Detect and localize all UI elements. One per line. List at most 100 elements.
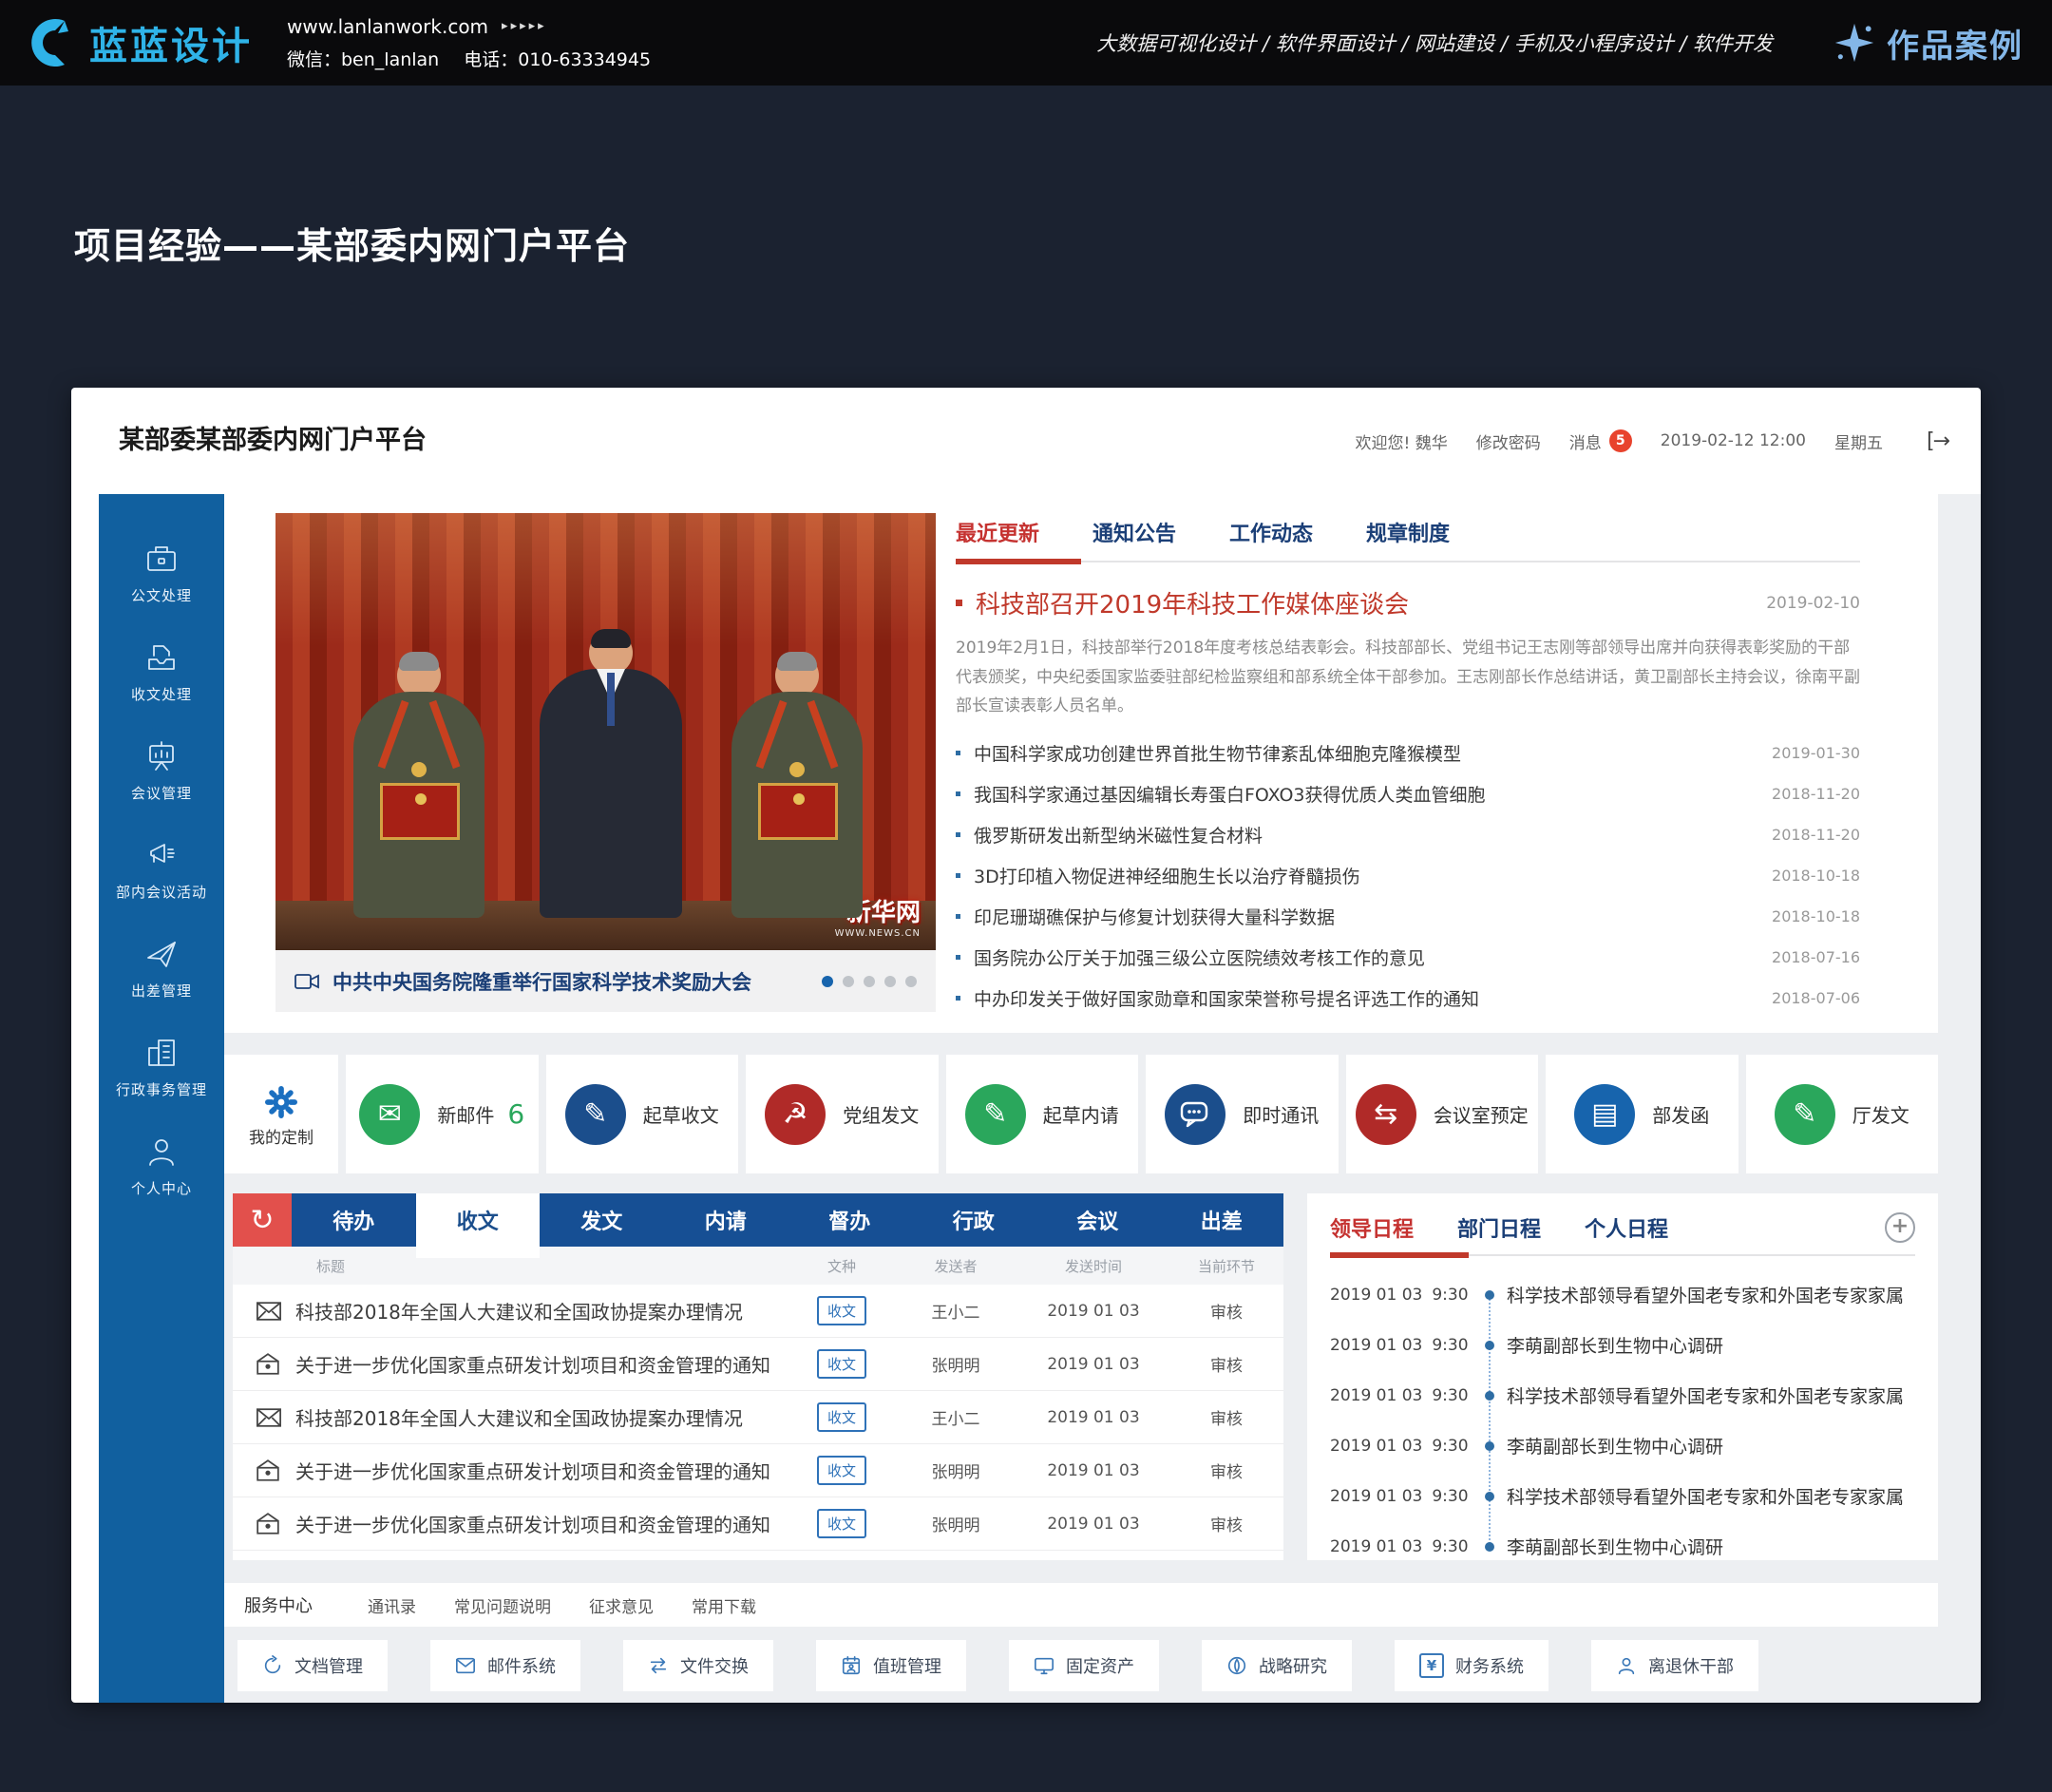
schedule-text[interactable]: 科学技术部领导看望外国老专家和外国老专家家属 bbox=[1507, 1483, 1915, 1509]
row-title[interactable]: 科技部2018年全国人大建议和全国政协提案办理情况 bbox=[295, 1403, 789, 1431]
sidebar-item-internal-meetings[interactable]: 部内会议活动 bbox=[99, 836, 224, 935]
featured-title[interactable]: 科技部召开2019年科技工作媒体座谈会 bbox=[976, 585, 1409, 620]
task-tab-meeting[interactable]: 会议 bbox=[1036, 1193, 1160, 1247]
schedule-entry[interactable]: 2019 01 039:30 科学技术部领导看望外国老专家和外国老专家家属 bbox=[1330, 1370, 1915, 1420]
messages-link[interactable]: 消息 5 bbox=[1569, 429, 1632, 453]
sparkle-icon bbox=[1834, 22, 1875, 64]
schedule-entry[interactable]: 2019 01 039:30 李萌副部长到生物中心调研 bbox=[1330, 1521, 1915, 1572]
schedule-text[interactable]: 李萌副部长到生物中心调研 bbox=[1507, 1332, 1915, 1358]
cases-link[interactable]: 作品案例 bbox=[1834, 20, 2024, 67]
my-customize-button[interactable]: 我的定制 bbox=[224, 1055, 338, 1173]
sidebar-item-personal-center[interactable]: 个人中心 bbox=[99, 1133, 224, 1231]
news-tab-work[interactable]: 工作动态 bbox=[1229, 517, 1313, 547]
table-row[interactable]: 关于进一步优化国家重点研发计划项目和资金管理的通知 收文 张明明 2019 01… bbox=[233, 1497, 1283, 1551]
news-item-title[interactable]: 3D打印植入物促进神经细胞生长以治疗脊髓损伤 bbox=[974, 863, 1360, 888]
carousel-dot[interactable] bbox=[905, 976, 917, 987]
task-tab-outgoing[interactable]: 发文 bbox=[540, 1193, 664, 1247]
table-row[interactable]: 关于进一步优化国家重点研发计划项目和资金管理的通知 收文 张明明 2019 01… bbox=[233, 1338, 1283, 1391]
schedule-entry[interactable]: 2019 01 039:30 李萌副部长到生物中心调研 bbox=[1330, 1320, 1915, 1370]
task-tab-todo[interactable]: 待办 bbox=[292, 1193, 416, 1247]
news-list-item[interactable]: 中办印发关于做好国家勋章和国家荣誉称号提名评选工作的通知 2018-07-06 bbox=[956, 978, 1860, 1019]
news-list-item[interactable]: 中国科学家成功创建世界首批生物节律紊乱体细胞克隆猴模型 2019-01-30 bbox=[956, 733, 1860, 773]
app-file-exchange[interactable]: 文件交换 bbox=[623, 1640, 773, 1691]
news-tab-rules[interactable]: 规章制度 bbox=[1366, 517, 1450, 547]
task-tab-supervise[interactable]: 督办 bbox=[788, 1193, 912, 1247]
featured-article[interactable]: 科技部召开2019年科技工作媒体座谈会 2019-02-10 bbox=[956, 585, 1860, 620]
schedule-tab-personal[interactable]: 个人日程 bbox=[1585, 1212, 1668, 1243]
sidebar-item-admin-affairs[interactable]: 行政事务管理 bbox=[99, 1034, 224, 1133]
row-title[interactable]: 关于进一步优化国家重点研发计划项目和资金管理的通知 bbox=[295, 1510, 789, 1537]
schedule-text[interactable]: 李萌副部长到生物中心调研 bbox=[1507, 1534, 1915, 1559]
app-fixed-assets[interactable]: 固定资产 bbox=[1009, 1640, 1159, 1691]
news-list-item[interactable]: 国务院办公厅关于加强三级公立医院绩效考核工作的意见 2018-07-16 bbox=[956, 937, 1860, 978]
site-logo[interactable]: 蓝蓝设计 bbox=[27, 15, 253, 70]
task-tab-admin[interactable]: 行政 bbox=[912, 1193, 1036, 1247]
row-title[interactable]: 关于进一步优化国家重点研发计划项目和资金管理的通知 bbox=[295, 1457, 789, 1484]
news-list-item[interactable]: 印尼珊瑚礁保护与修复计划获得大量科学数据 2018-10-18 bbox=[956, 896, 1860, 937]
app-strategy-research[interactable]: 战略研究 bbox=[1202, 1640, 1352, 1691]
schedule-tab-department[interactable]: 部门日程 bbox=[1457, 1212, 1541, 1243]
draft-incoming-button[interactable]: ✎ 起草收文 bbox=[546, 1055, 739, 1173]
schedule-text[interactable]: 李萌副部长到生物中心调研 bbox=[1507, 1433, 1915, 1458]
app-mail-system[interactable]: 邮件系统 bbox=[430, 1640, 580, 1691]
news-item-title[interactable]: 俄罗斯研发出新型纳米磁性复合材料 bbox=[974, 822, 1263, 848]
link-feedback[interactable]: 征求意见 bbox=[589, 1593, 654, 1617]
meeting-room-button[interactable]: ⇆ 会议室预定 bbox=[1346, 1055, 1539, 1173]
carousel-dot[interactable] bbox=[822, 976, 833, 987]
news-list-item[interactable]: 3D打印植入物促进神经细胞生长以治疗脊髓损伤 2018-10-18 bbox=[956, 855, 1860, 896]
schedule-tab-leaders[interactable]: 领导日程 bbox=[1330, 1212, 1414, 1243]
news-item-title[interactable]: 中办印发关于做好国家勋章和国家荣誉称号提名评选工作的通知 bbox=[974, 985, 1479, 1011]
news-item-title[interactable]: 中国科学家成功创建世界首批生物节律紊乱体细胞克隆猴模型 bbox=[974, 740, 1461, 766]
row-title[interactable]: 科技部2018年全国人大建议和全国政协提案办理情况 bbox=[295, 1297, 789, 1325]
news-tab-recent[interactable]: 最近更新 bbox=[956, 517, 1039, 547]
task-tab-trip[interactable]: 出差 bbox=[1160, 1193, 1284, 1247]
table-row[interactable]: 科技部2018年全国人大建议和全国政协提案办理情况 收文 王小二 2019 01… bbox=[233, 1391, 1283, 1444]
news-item-title[interactable]: 我国科学家通过基因编辑长寿蛋白FOXO3获得优质人类血管细胞 bbox=[974, 781, 1486, 807]
news-carousel[interactable]: 新华网 WWW.NEWS.CN 中共中央国务院隆重举行国家科学技术奖励大会 bbox=[276, 513, 936, 1012]
task-tab-internal[interactable]: 内请 bbox=[664, 1193, 788, 1247]
link-downloads[interactable]: 常用下载 bbox=[692, 1593, 756, 1617]
table-row[interactable]: 关于进一步优化国家重点研发计划项目和资金管理的通知 收文 张明明 2019 01… bbox=[233, 1444, 1283, 1497]
carousel-caption[interactable]: 中共中央国务院隆重举行国家科学技术奖励大会 bbox=[332, 967, 751, 996]
new-mail-button[interactable]: ✉ 新邮件 6 bbox=[346, 1055, 539, 1173]
logout-icon[interactable]: [→ bbox=[1927, 429, 1948, 453]
sidebar-item-business-trips[interactable]: 出差管理 bbox=[99, 935, 224, 1034]
sidebar-item-incoming-docs[interactable]: 收文处理 bbox=[99, 639, 224, 737]
task-tab-incoming[interactable]: 收文 bbox=[416, 1193, 541, 1247]
carousel-dot[interactable] bbox=[884, 976, 896, 987]
draft-internal-button[interactable]: ✎ 起草内请 bbox=[946, 1055, 1139, 1173]
news-list-item[interactable]: 俄罗斯研发出新型纳米磁性复合材料 2018-11-20 bbox=[956, 814, 1860, 855]
dept-letter-button[interactable]: ▤ 部发函 bbox=[1546, 1055, 1738, 1173]
site-url[interactable]: www.lanlanwork.com bbox=[287, 15, 488, 38]
link-contacts[interactable]: 通讯录 bbox=[368, 1593, 416, 1617]
carousel-dot[interactable] bbox=[843, 976, 854, 987]
office-dispatch-button[interactable]: ✎ 厅发文 bbox=[1746, 1055, 1939, 1173]
news-item-title[interactable]: 印尼珊瑚礁保护与修复计划获得大量科学数据 bbox=[974, 904, 1335, 929]
row-title[interactable]: 关于进一步优化国家重点研发计划项目和资金管理的通知 bbox=[295, 1350, 789, 1378]
schedule-text[interactable]: 科学技术部领导看望外国老专家和外国老专家家属 bbox=[1507, 1382, 1915, 1408]
app-label: 值班管理 bbox=[873, 1653, 941, 1678]
news-tab-notices[interactable]: 通知公告 bbox=[1092, 517, 1176, 547]
quick-action-label: 即时通讯 bbox=[1243, 1100, 1319, 1128]
news-item-title[interactable]: 国务院办公厅关于加强三级公立医院绩效考核工作的意见 bbox=[974, 944, 1425, 970]
news-list-item[interactable]: 我国科学家通过基因编辑长寿蛋白FOXO3获得优质人类血管细胞 2018-11-2… bbox=[956, 773, 1860, 814]
table-row[interactable]: 科技部2018年全国人大建议和全国政协提案办理情况 收文 王小二 2019 01… bbox=[233, 1285, 1283, 1338]
row-step: 审核 bbox=[1169, 1405, 1283, 1429]
change-password-link[interactable]: 修改密码 bbox=[1476, 429, 1541, 453]
party-dispatch-button[interactable]: ☭ 党组发文 bbox=[746, 1055, 939, 1173]
instant-message-button[interactable]: 即时通讯 bbox=[1146, 1055, 1339, 1173]
sidebar-item-meeting-management[interactable]: 会议管理 bbox=[99, 737, 224, 836]
carousel-dot[interactable] bbox=[864, 976, 875, 987]
schedule-entry[interactable]: 2019 01 039:30 科学技术部领导看望外国老专家和外国老专家家属 bbox=[1330, 1471, 1915, 1521]
app-finance-system[interactable]: ¥ 财务系统 bbox=[1395, 1640, 1548, 1691]
app-doc-management[interactable]: 文档管理 bbox=[238, 1640, 388, 1691]
schedule-entry[interactable]: 2019 01 039:30 李萌副部长到生物中心调研 bbox=[1330, 1420, 1915, 1471]
sidebar-item-official-docs[interactable]: 公文处理 bbox=[99, 540, 224, 639]
add-schedule-button[interactable]: + bbox=[1885, 1212, 1915, 1243]
link-faq[interactable]: 常见问题说明 bbox=[454, 1593, 551, 1617]
schedule-entry[interactable]: 2019 01 039:30 科学技术部领导看望外国老专家和外国老专家家属 bbox=[1330, 1269, 1915, 1320]
app-duty-management[interactable]: 值班管理 bbox=[816, 1640, 966, 1691]
schedule-text[interactable]: 科学技术部领导看望外国老专家和外国老专家家属 bbox=[1507, 1282, 1915, 1307]
app-retired-cadres[interactable]: 离退休干部 bbox=[1591, 1640, 1758, 1691]
refresh-icon[interactable]: ↻ bbox=[233, 1193, 292, 1247]
